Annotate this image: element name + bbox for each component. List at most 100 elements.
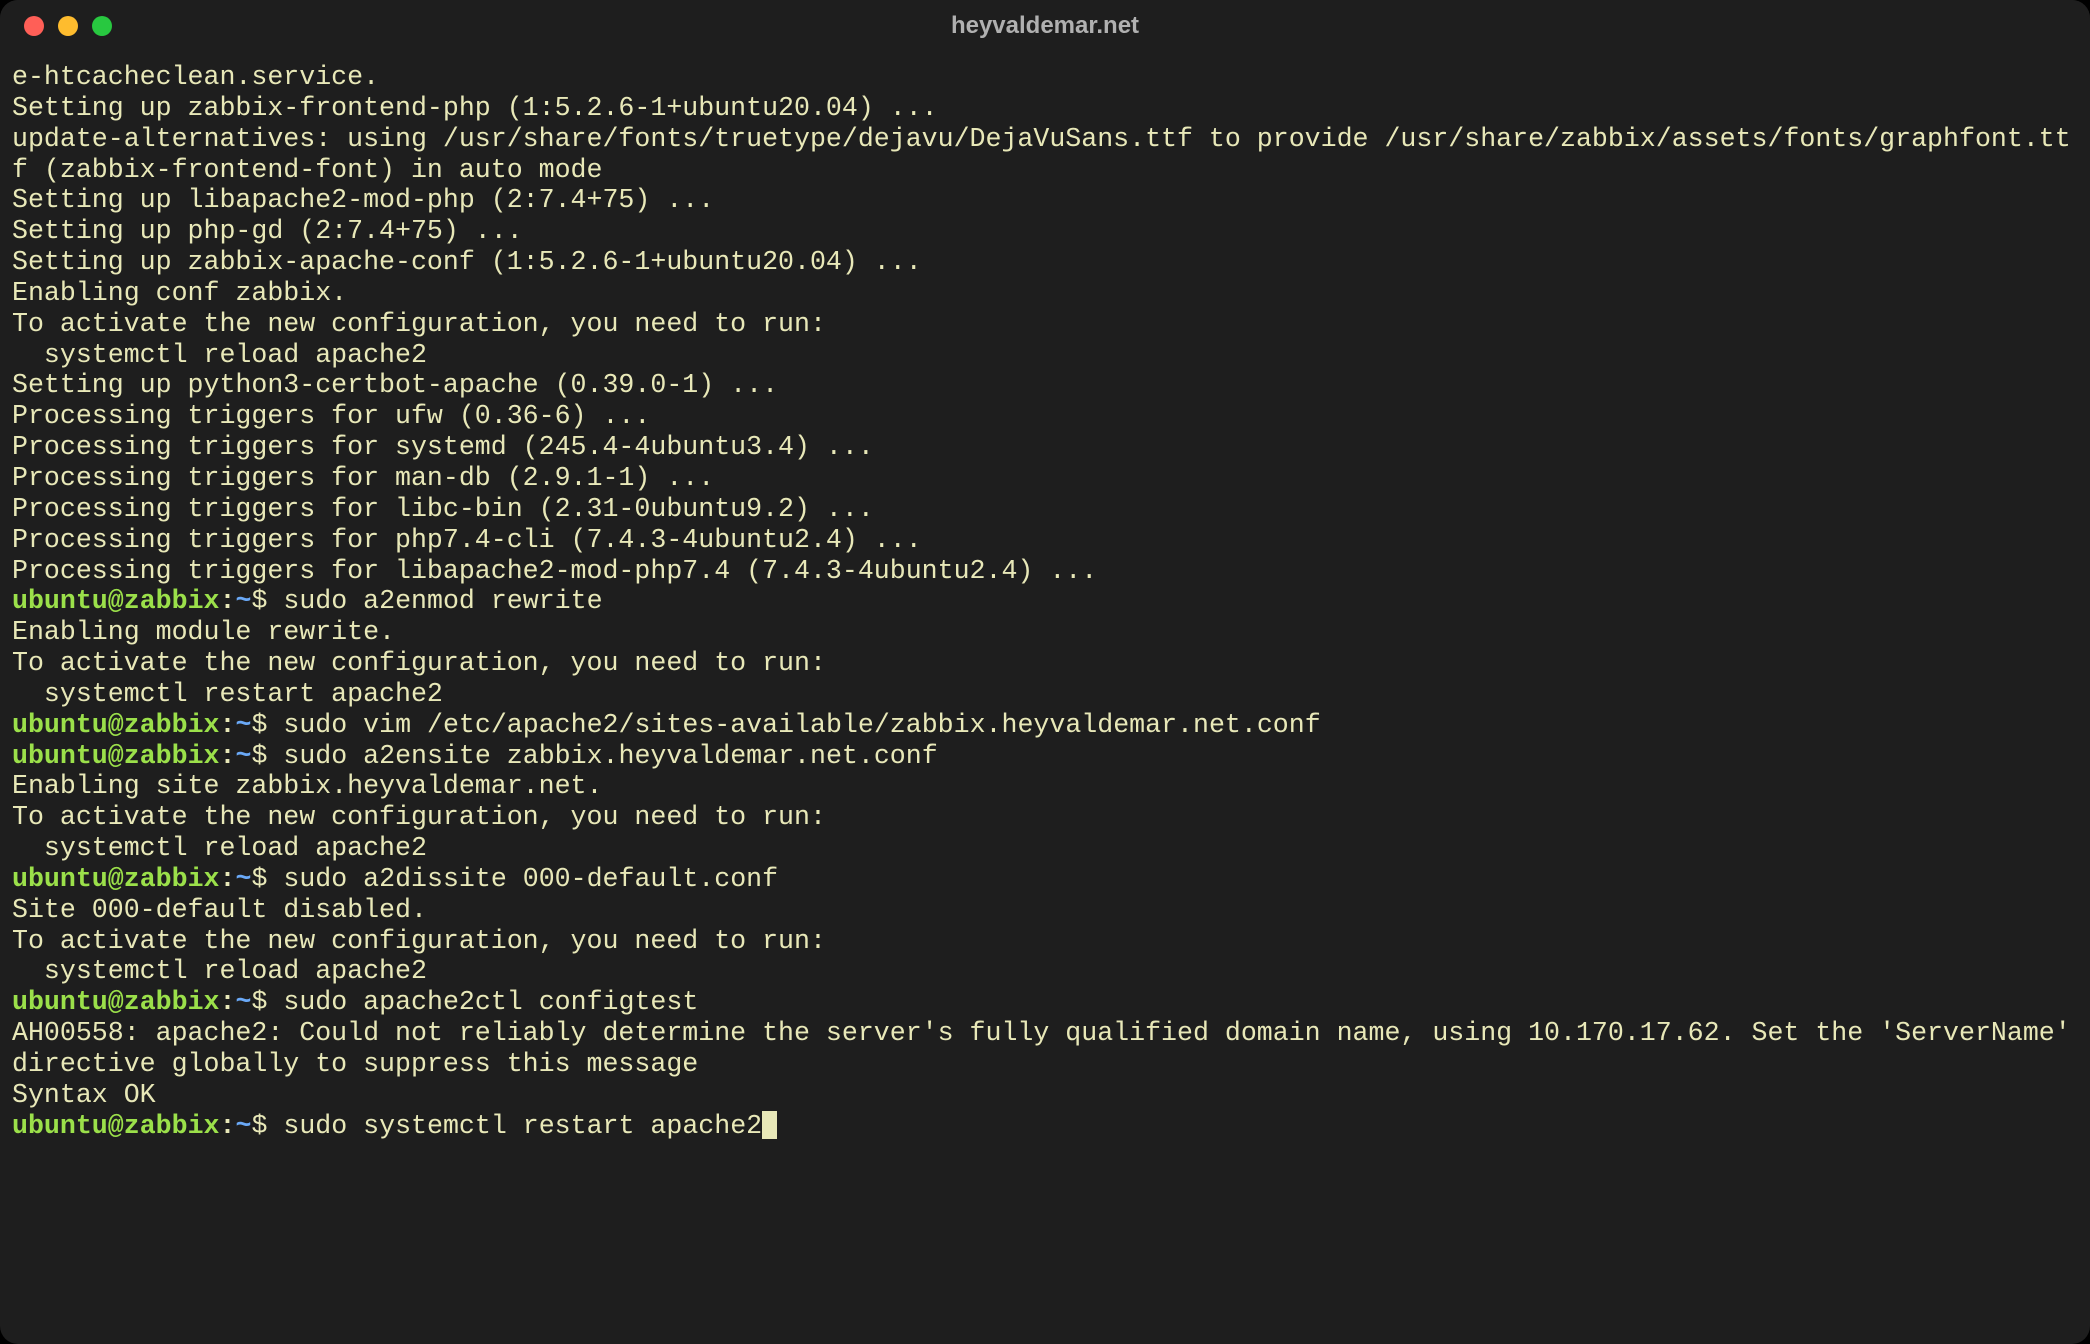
prompt-user: ubuntu: [12, 741, 108, 771]
prompt-colon: :: [220, 710, 236, 740]
output-text: To activate the new configuration, you n…: [12, 926, 826, 956]
prompt-symbol: $: [251, 586, 283, 616]
terminal-prompt-line: ubuntu@zabbix:~$ sudo a2ensite zabbix.he…: [12, 741, 2078, 772]
terminal-output-line: systemctl reload apache2: [12, 956, 2078, 987]
terminal-output-line: To activate the new configuration, you n…: [12, 926, 2078, 957]
terminal-output-line: Syntax OK: [12, 1080, 2078, 1111]
prompt-colon: :: [220, 586, 236, 616]
prompt-at: @: [108, 864, 124, 894]
terminal-output-line: Setting up zabbix-frontend-php (1:5.2.6-…: [12, 93, 2078, 124]
prompt-symbol: $: [251, 987, 283, 1017]
prompt-at: @: [108, 710, 124, 740]
output-text: Enabling conf zabbix.: [12, 278, 347, 308]
output-text: Processing triggers for ufw (0.36-6) ...: [12, 401, 650, 431]
command-text: sudo a2enmod rewrite: [283, 586, 602, 616]
terminal-output-line: Setting up libapache2-mod-php (2:7.4+75)…: [12, 185, 2078, 216]
prompt-path: ~: [235, 710, 251, 740]
output-text: Enabling module rewrite.: [12, 617, 395, 647]
cursor-icon: [762, 1111, 777, 1139]
prompt-path: ~: [235, 741, 251, 771]
command-text: sudo apache2ctl configtest: [283, 987, 698, 1017]
output-text: Enabling site zabbix.heyvaldemar.net.: [12, 771, 602, 801]
titlebar[interactable]: heyvaldemar.net: [0, 0, 2090, 52]
prompt-host: zabbix: [124, 987, 220, 1017]
terminal-output-line: Processing triggers for ufw (0.36-6) ...: [12, 401, 2078, 432]
output-text: systemctl restart apache2: [12, 679, 443, 709]
command-text: sudo vim /etc/apache2/sites-available/za…: [283, 710, 1320, 740]
prompt-symbol: $: [251, 710, 283, 740]
terminal-output-line: e-htcacheclean.service.: [12, 62, 2078, 93]
output-text: systemctl reload apache2: [12, 833, 427, 863]
prompt-colon: :: [220, 1111, 236, 1141]
terminal-output-line: Enabling conf zabbix.: [12, 278, 2078, 309]
terminal-prompt-line: ubuntu@zabbix:~$ sudo systemctl restart …: [12, 1111, 2078, 1142]
terminal-window: heyvaldemar.net e-htcacheclean.service.S…: [0, 0, 2090, 1344]
prompt-symbol: $: [251, 741, 283, 771]
prompt-user: ubuntu: [12, 987, 108, 1017]
terminal-prompt-line: ubuntu@zabbix:~$ sudo vim /etc/apache2/s…: [12, 710, 2078, 741]
output-text: To activate the new configuration, you n…: [12, 648, 826, 678]
output-text: Processing triggers for systemd (245.4-4…: [12, 432, 874, 462]
output-text: To activate the new configuration, you n…: [12, 802, 826, 832]
output-text: Setting up zabbix-apache-conf (1:5.2.6-1…: [12, 247, 922, 277]
output-text: Syntax OK: [12, 1080, 156, 1110]
terminal-output-line: Processing triggers for man-db (2.9.1-1)…: [12, 463, 2078, 494]
output-text: Setting up php-gd (2:7.4+75) ...: [12, 216, 523, 246]
output-text: Processing triggers for man-db (2.9.1-1)…: [12, 463, 714, 493]
prompt-path: ~: [235, 1111, 251, 1141]
prompt-host: zabbix: [124, 710, 220, 740]
terminal-output-line: Setting up python3-certbot-apache (0.39.…: [12, 370, 2078, 401]
command-text: sudo a2dissite 000-default.conf: [283, 864, 778, 894]
prompt-host: zabbix: [124, 1111, 220, 1141]
prompt-user: ubuntu: [12, 586, 108, 616]
prompt-user: ubuntu: [12, 864, 108, 894]
terminal-output-line: Enabling site zabbix.heyvaldemar.net.: [12, 771, 2078, 802]
terminal-body[interactable]: e-htcacheclean.service.Setting up zabbix…: [0, 52, 2090, 1160]
prompt-colon: :: [220, 864, 236, 894]
terminal-output-line: Processing triggers for php7.4-cli (7.4.…: [12, 525, 2078, 556]
terminal-output-line: Setting up zabbix-apache-conf (1:5.2.6-1…: [12, 247, 2078, 278]
traffic-lights: [24, 16, 112, 36]
terminal-prompt-line: ubuntu@zabbix:~$ sudo apache2ctl configt…: [12, 987, 2078, 1018]
prompt-symbol: $: [251, 864, 283, 894]
command-text: sudo systemctl restart apache2: [283, 1111, 762, 1141]
output-text: Setting up python3-certbot-apache (0.39.…: [12, 370, 778, 400]
prompt-user: ubuntu: [12, 710, 108, 740]
minimize-icon[interactable]: [58, 16, 78, 36]
output-text: e-htcacheclean.service.: [12, 62, 379, 92]
prompt-at: @: [108, 1111, 124, 1141]
window-title: heyvaldemar.net: [951, 12, 1139, 40]
terminal-output-line: systemctl reload apache2: [12, 340, 2078, 371]
prompt-host: zabbix: [124, 586, 220, 616]
output-text: Processing triggers for php7.4-cli (7.4.…: [12, 525, 922, 555]
terminal-prompt-line: ubuntu@zabbix:~$ sudo a2dissite 000-defa…: [12, 864, 2078, 895]
terminal-output-line: Processing triggers for systemd (245.4-4…: [12, 432, 2078, 463]
prompt-colon: :: [220, 741, 236, 771]
output-text: Setting up zabbix-frontend-php (1:5.2.6-…: [12, 93, 938, 123]
prompt-path: ~: [235, 586, 251, 616]
output-text: update-alternatives: using /usr/share/fo…: [12, 124, 2071, 185]
prompt-at: @: [108, 586, 124, 616]
terminal-output-line: Setting up php-gd (2:7.4+75) ...: [12, 216, 2078, 247]
terminal-output-line: systemctl restart apache2: [12, 679, 2078, 710]
prompt-symbol: $: [251, 1111, 283, 1141]
output-text: Processing triggers for libapache2-mod-p…: [12, 556, 1097, 586]
prompt-at: @: [108, 741, 124, 771]
terminal-output-line: Enabling module rewrite.: [12, 617, 2078, 648]
output-text: Processing triggers for libc-bin (2.31-0…: [12, 494, 874, 524]
terminal-output-line: To activate the new configuration, you n…: [12, 648, 2078, 679]
prompt-host: zabbix: [124, 864, 220, 894]
terminal-output-line: Site 000-default disabled.: [12, 895, 2078, 926]
terminal-output-line: AH00558: apache2: Could not reliably det…: [12, 1018, 2078, 1080]
terminal-output-line: update-alternatives: using /usr/share/fo…: [12, 124, 2078, 186]
prompt-host: zabbix: [124, 741, 220, 771]
command-text: sudo a2ensite zabbix.heyvaldemar.net.con…: [283, 741, 937, 771]
output-text: AH00558: apache2: Could not reliably det…: [12, 1018, 2087, 1079]
terminal-prompt-line: ubuntu@zabbix:~$ sudo a2enmod rewrite: [12, 586, 2078, 617]
prompt-path: ~: [235, 987, 251, 1017]
zoom-icon[interactable]: [92, 16, 112, 36]
terminal-output-line: systemctl reload apache2: [12, 833, 2078, 864]
prompt-path: ~: [235, 864, 251, 894]
close-icon[interactable]: [24, 16, 44, 36]
output-text: Setting up libapache2-mod-php (2:7.4+75)…: [12, 185, 714, 215]
